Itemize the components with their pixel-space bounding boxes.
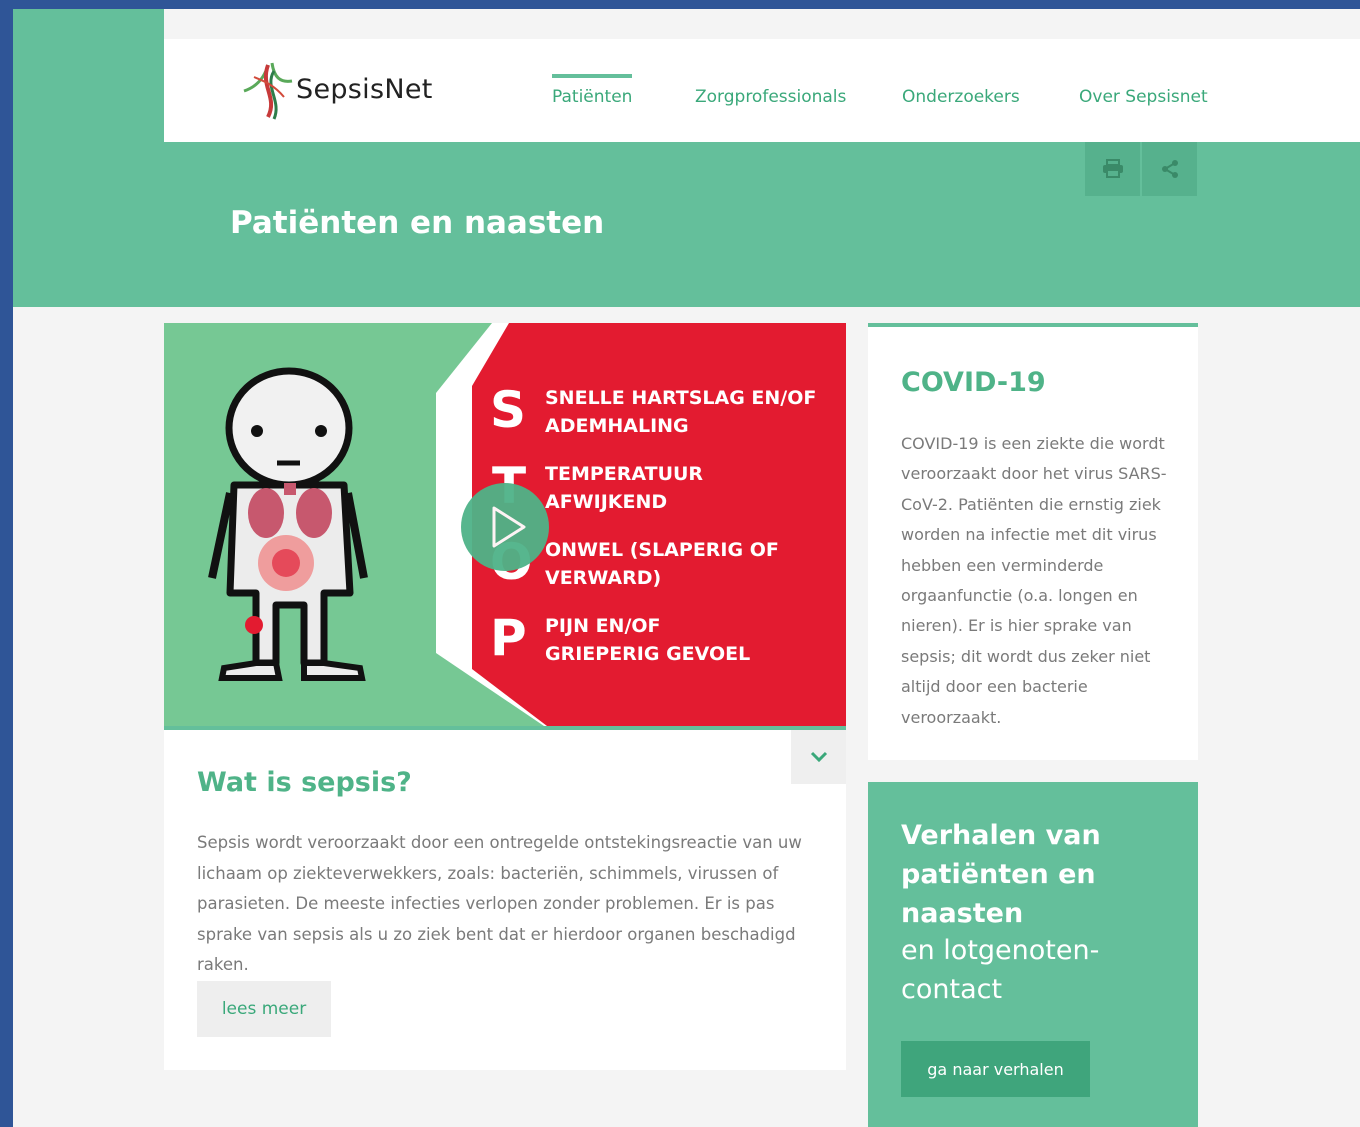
what-is-sepsis-card: S SNELLE HARTSLAG EN/OF ADEMHALING T TEM… xyxy=(164,323,846,1070)
nav-item-onderzoekers[interactable]: Onderzoekers xyxy=(902,87,1020,107)
nav-item-zorgprofessionals[interactable]: Zorgprofessionals xyxy=(695,87,846,107)
page: SepsisNet Patiënten Zorgprofessionals On… xyxy=(13,9,1360,1127)
play-icon xyxy=(492,506,526,548)
chevron-down-icon xyxy=(810,751,827,763)
print-button[interactable] xyxy=(1085,142,1140,196)
play-button[interactable] xyxy=(461,483,549,571)
video-bottom-border xyxy=(164,726,846,730)
read-more-button[interactable]: lees meer xyxy=(197,981,331,1037)
nav-item-patienten[interactable]: Patiënten xyxy=(552,74,633,107)
covid-body: COVID-19 is een ziekte die wordt veroorz… xyxy=(901,434,1167,727)
stop-item: P PIJN EN/OF GRIEPERIG GEVOEL xyxy=(490,609,751,667)
logo[interactable]: SepsisNet xyxy=(234,57,444,127)
page-banner: Patiënten en naasten xyxy=(13,142,1360,307)
share-icon xyxy=(1161,160,1178,178)
sepsisnet-logo-mark xyxy=(243,62,293,120)
covid-card: COVID-19 COVID-19 is een ziekte die word… xyxy=(868,323,1198,760)
share-button[interactable] xyxy=(1142,142,1197,196)
card-body: Sepsis wordt veroorzaakt door een ontreg… xyxy=(197,833,802,974)
left-accent-block xyxy=(13,9,164,142)
print-icon xyxy=(1102,159,1123,178)
stories-subtitle: en lotgenoten-contact xyxy=(901,935,1100,1005)
sepsis-video[interactable]: S SNELLE HARTSLAG EN/OF ADEMHALING T TEM… xyxy=(164,323,846,726)
nav-item-over-sepsisnet[interactable]: Over Sepsisnet xyxy=(1079,87,1208,107)
go-to-stories-button[interactable]: ga naar verhalen xyxy=(901,1041,1090,1097)
logo-text: SepsisNet xyxy=(296,74,433,105)
card-title: Wat is sepsis? xyxy=(197,767,412,798)
stories-title: Verhalen van patiënten en naasten xyxy=(901,820,1101,929)
expand-button[interactable] xyxy=(791,730,846,784)
stories-card: Verhalen van patiënten en naasten en lot… xyxy=(868,782,1198,1127)
stop-item: S SNELLE HARTSLAG EN/OF ADEMHALING xyxy=(490,381,817,439)
header: SepsisNet Patiënten Zorgprofessionals On… xyxy=(164,39,1360,142)
page-title: Patiënten en naasten xyxy=(230,205,605,241)
covid-title: COVID-19 xyxy=(901,367,1046,398)
